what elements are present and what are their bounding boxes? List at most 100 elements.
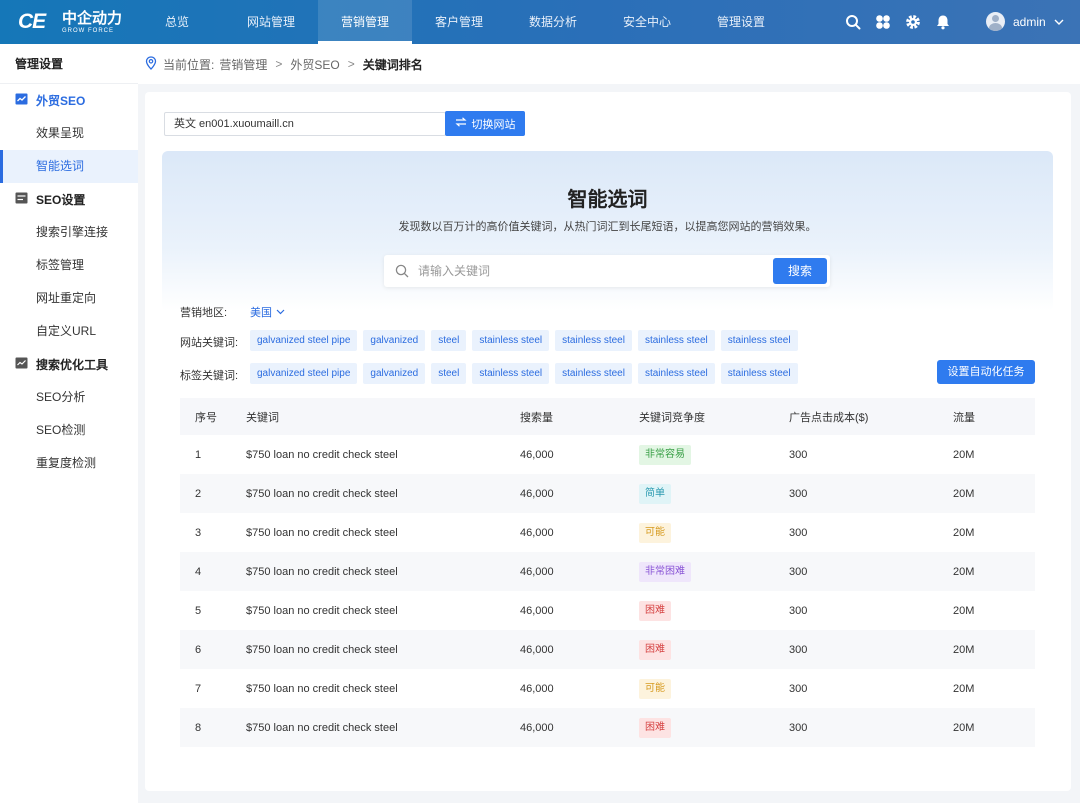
sidebar-group-seo-settings[interactable]: SEO设置 — [0, 183, 138, 216]
keyword-tag[interactable]: galvanized steel pipe — [250, 330, 358, 351]
keyword-tag[interactable]: steel — [431, 330, 467, 351]
sidebar-item-duplicate-check[interactable]: 重复度检测 — [0, 447, 138, 480]
switch-site-button[interactable]: 切换网站 — [445, 111, 525, 136]
logo-cn: 中企动力 — [62, 9, 123, 27]
difficulty-badge: 可能 — [639, 522, 671, 543]
cell-traffic: 20M — [953, 487, 975, 500]
cell-keyword: $750 loan no credit check steel — [246, 448, 398, 461]
keyword-search-input[interactable] — [418, 255, 758, 287]
cell-keyword: $750 loan no credit check steel — [246, 682, 398, 695]
sidebar-item-seo-analysis[interactable]: SEO分析 — [0, 381, 138, 414]
column-header: 搜索量 — [520, 411, 553, 424]
keyword-tag[interactable]: stainless steel — [720, 363, 798, 384]
tools-panel-icon — [15, 357, 28, 372]
table-row[interactable]: 5 $750 loan no credit check steel 46,000 困难… — [180, 591, 1035, 630]
auto-task-button[interactable]: 设置自动化任务 — [937, 360, 1035, 384]
region-dropdown[interactable]: 美国 — [250, 304, 285, 320]
table-row[interactable]: 2 $750 loan no credit check steel 46,000 简单… — [180, 474, 1035, 513]
sidebar-item-search-engine[interactable]: 搜索引擎连接 — [0, 216, 138, 249]
sidebar-item-tags[interactable]: 标签管理 — [0, 249, 138, 282]
cell-difficulty: 困难 — [639, 639, 789, 660]
header-tools — [844, 11, 952, 33]
keyword-tag[interactable]: stainless steel — [555, 363, 632, 384]
keyword-tag[interactable]: stainless steel — [472, 330, 550, 351]
table-row[interactable]: 4 $750 loan no credit check steel 46,000 非常… — [180, 552, 1035, 591]
cell-index: 5 — [195, 604, 202, 617]
cell-cpc: 300 — [789, 643, 808, 656]
cell-volume: 46,000 — [520, 721, 554, 734]
keyword-tag[interactable]: galvanized — [363, 330, 426, 351]
site-keywords-row: galvanized steel pipe galvanized steel s… — [250, 330, 798, 351]
breadcrumb-prefix: 当前位置: — [163, 57, 215, 72]
cell-difficulty: 可能 — [639, 678, 789, 699]
breadcrumb-link[interactable]: 营销管理 — [219, 56, 267, 73]
sidebar-group-seo-tools[interactable]: 搜索优化工具 — [0, 348, 138, 381]
site-selector[interactable]: 英文 en001.xuoumaill.cn — [164, 112, 446, 136]
breadcrumb-link[interactable]: 外贸SEO — [290, 56, 339, 73]
brand-logo[interactable]: CE 中企动力 GROW FORCE — [18, 10, 122, 34]
nav-analytics[interactable]: 数据分析 — [506, 0, 600, 44]
hero-banner: 智能选词 发现数以百万计的高价值关键词，从热门词汇到长尾短语，以提高您网站的营销… — [162, 151, 1053, 311]
difficulty-badge: 非常困难 — [639, 561, 691, 582]
table-row[interactable]: 7 $750 loan no credit check steel 46,000 可能… — [180, 669, 1035, 708]
difficulty-badge: 可能 — [639, 678, 671, 699]
nav-site-management[interactable]: 网站管理 — [224, 0, 318, 44]
sidebar-group-label: 搜索优化工具 — [36, 358, 109, 372]
gear-icon[interactable] — [904, 11, 922, 33]
keyword-tag[interactable]: stainless steel — [637, 363, 715, 384]
cell-difficulty: 非常困难 — [639, 561, 789, 582]
table-row[interactable]: 1 $750 loan no credit check steel 46,000 非常… — [180, 435, 1035, 474]
keyword-tag[interactable]: stainless steel — [720, 330, 798, 351]
chevron-down-icon — [276, 306, 285, 318]
cell-cpc: 300 — [789, 721, 808, 734]
table-row[interactable]: 6 $750 loan no credit check steel 46,000 困难… — [180, 630, 1035, 669]
cell-keyword: $750 loan no credit check steel — [246, 604, 398, 617]
cell-volume: 46,000 — [520, 682, 554, 695]
nav-security[interactable]: 安全中心 — [600, 0, 694, 44]
cell-traffic: 20M — [953, 604, 975, 617]
nav-settings[interactable]: 管理设置 — [694, 0, 788, 44]
cell-volume: 46,000 — [520, 526, 554, 539]
cell-traffic: 20M — [953, 721, 975, 734]
table-header: 序号 关键词 搜索量 关键词竞争度 广告点击成本($) 流量 — [180, 398, 1035, 435]
nav-marketing[interactable]: 营销管理 — [318, 0, 412, 44]
breadcrumb-current: 关键词排名 — [362, 57, 423, 72]
cell-cpc: 300 — [789, 487, 808, 500]
cell-keyword: $750 loan no credit check steel — [246, 721, 398, 734]
top-nav-bar: CE 中企动力 GROW FORCE 总览 网站管理 营销管理 客户管理 数据分… — [0, 0, 1080, 44]
cell-difficulty: 简单 — [639, 483, 789, 504]
page-subtitle: 发现数以百万计的高价值关键词，从热门词汇到长尾短语，以提高您网站的营销效果。 — [398, 221, 817, 233]
sidebar-item-results[interactable]: 效果呈现 — [0, 117, 138, 150]
sidebar-item-seo-check[interactable]: SEO检测 — [0, 414, 138, 447]
sidebar-item-smart-keywords[interactable]: 智能选词 — [0, 150, 138, 183]
cell-index: 8 — [195, 721, 202, 734]
sidebar-title: 管理设置 — [0, 44, 138, 84]
keyword-tag[interactable]: stainless steel — [637, 330, 715, 351]
cell-keyword: $750 loan no credit check steel — [246, 526, 398, 539]
keyword-tag[interactable]: galvanized steel pipe — [250, 363, 358, 384]
cell-index: 2 — [195, 487, 202, 500]
nav-customers[interactable]: 客户管理 — [412, 0, 506, 44]
bell-icon[interactable] — [934, 11, 952, 33]
sidebar-item-custom-url[interactable]: 自定义URL — [0, 315, 138, 348]
nav-overview[interactable]: 总览 — [130, 0, 224, 44]
search-button[interactable]: 搜索 — [773, 258, 827, 284]
table-row[interactable]: 8 $750 loan no credit check steel 46,000 困难… — [180, 708, 1035, 747]
user-menu[interactable]: admin — [986, 12, 1064, 31]
keyword-tag[interactable]: stainless steel — [555, 330, 632, 351]
keyword-tag[interactable]: steel — [431, 363, 467, 384]
table-row[interactable]: 3 $750 loan no credit check steel 46,000 可能… — [180, 513, 1035, 552]
search-icon[interactable] — [844, 11, 862, 33]
sidebar-item-redirects[interactable]: 网址重定向 — [0, 282, 138, 315]
chart-icon — [15, 93, 28, 108]
location-pin-icon — [144, 55, 158, 73]
sidebar-group-trade-seo[interactable]: 外贸SEO — [0, 84, 138, 117]
cell-keyword: $750 loan no credit check steel — [246, 487, 398, 500]
keyword-tag[interactable]: stainless steel — [472, 363, 550, 384]
breadcrumb: 当前位置: 营销管理 > 外贸SEO > 关键词排名 — [138, 44, 1080, 84]
difficulty-badge: 非常容易 — [639, 444, 691, 465]
apps-icon[interactable] — [874, 11, 892, 33]
keyword-tag[interactable]: galvanized — [363, 363, 426, 384]
cell-cpc: 300 — [789, 682, 808, 695]
cell-index: 4 — [195, 565, 202, 578]
